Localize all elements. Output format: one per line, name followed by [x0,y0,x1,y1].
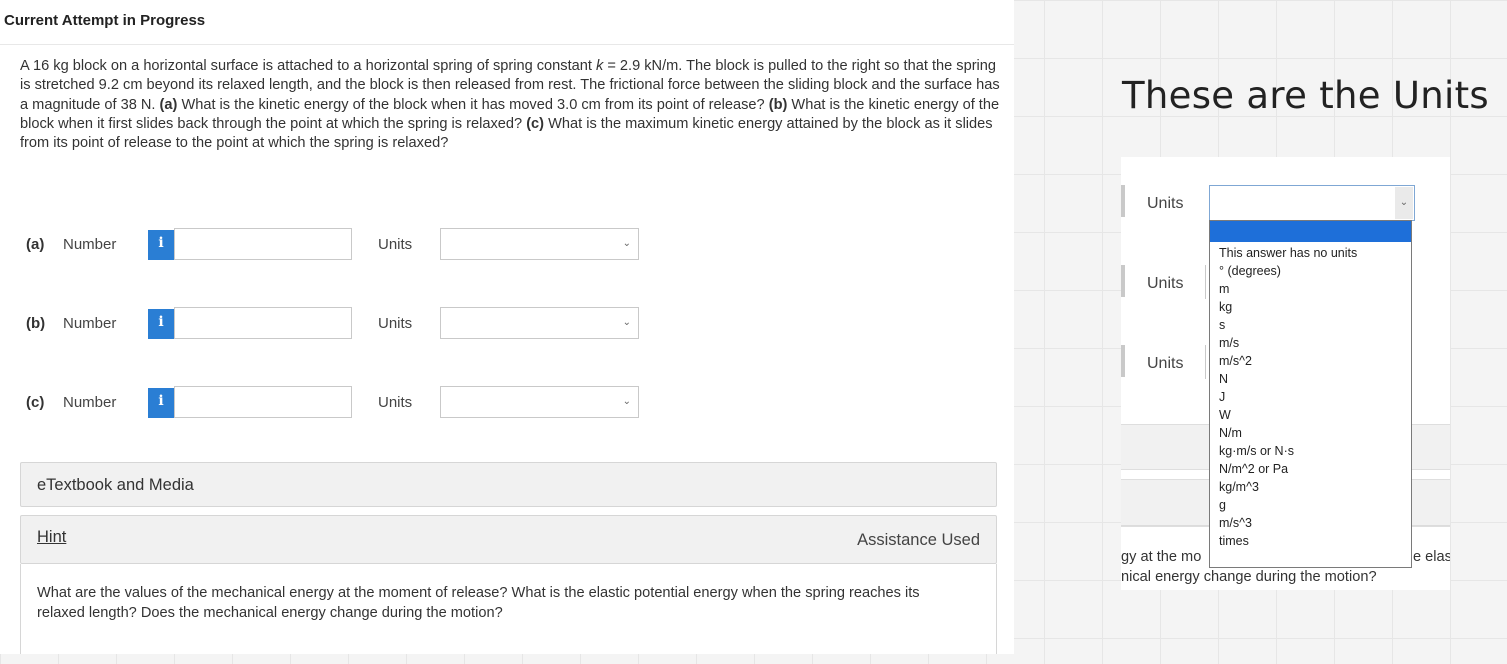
part-a-question: What is the kinetic energy of the block … [177,96,769,113]
row-edge [1121,265,1125,297]
units-select-a[interactable]: ⌄ [440,228,639,260]
info-icon[interactable]: i [148,230,174,260]
unit-option[interactable]: m/s [1219,334,1357,352]
part-c-marker: (c) [526,115,545,132]
unit-option[interactable]: J [1219,388,1357,406]
unit-option[interactable]: N [1219,370,1357,388]
chevron-down-icon: ⌄ [622,238,631,249]
divider [0,44,1014,45]
number-label: Number [63,394,117,411]
part-letter: (b) [26,315,46,332]
unit-option[interactable]: times [1219,532,1357,550]
unit-option[interactable]: s [1219,316,1357,334]
info-icon[interactable]: i [148,309,174,339]
hint-text: What are the values of the mechanical en… [37,585,920,621]
unit-option[interactable]: kg·m/s or N·s [1219,442,1357,460]
hint-fragment: e elas [1413,549,1450,565]
etextbook-accordion[interactable]: eTextbook and Media [20,462,997,507]
number-input-c[interactable] [174,386,352,418]
unit-option[interactable]: m/s^2 [1219,352,1357,370]
unit-option[interactable]: kg/m^3 [1219,478,1357,496]
question-panel: Current Attempt in Progress A 16 kg bloc… [0,0,1014,654]
etextbook-label: eTextbook and Media [37,476,194,494]
units-label: Units [1147,275,1184,292]
units-label: Units [378,236,413,253]
part-a-marker: (a) [159,96,178,113]
answer-row-a: (a) Number i Units ⌄ [26,228,666,262]
units-select-b[interactable]: ⌄ [440,307,639,339]
unit-option[interactable]: g [1219,496,1357,514]
info-icon[interactable]: i [148,388,174,418]
units-dropdown-list[interactable]: This answer has no units ° (degrees) m k… [1209,220,1412,568]
units-label: Units [378,394,413,411]
hint-fragment: nical energy change during the motion? [1121,569,1377,585]
annotation-heading: These are the Units [1122,74,1489,117]
units-label: Units [378,315,413,332]
units-label: Units [1147,355,1184,372]
units-select-open[interactable]: ⌄ [1209,185,1415,221]
number-input-b[interactable] [174,307,352,339]
units-select-c[interactable]: ⌄ [440,386,639,418]
part-b-marker: (b) [768,96,788,113]
hint-body: What are the values of the mechanical en… [20,564,997,654]
answer-row-c: (c) Number i Units ⌄ [26,386,666,420]
unit-option[interactable]: This answer has no units [1219,244,1357,262]
unit-option[interactable]: W [1219,406,1357,424]
hint-fragment: gy at the mo [1121,549,1202,565]
row-edge [1121,345,1125,377]
number-label: Number [63,236,117,253]
unit-option[interactable]: kg [1219,298,1357,316]
unit-option[interactable]: m [1219,280,1357,298]
number-input-a[interactable] [174,228,352,260]
unit-option[interactable]: m/s^3 [1219,514,1357,532]
attempt-title: Current Attempt in Progress [4,12,206,29]
unit-option[interactable]: N/m [1219,424,1357,442]
unit-option[interactable]: ° (degrees) [1219,262,1357,280]
problem-text-1: A 16 kg block on a horizontal surface is… [20,58,596,74]
units-label: Units [1147,195,1184,212]
hint-accordion: Hint Assistance Used [20,515,997,564]
chevron-down-icon: ⌄ [622,396,631,407]
number-label: Number [63,315,117,332]
row-edge [1121,185,1125,217]
assistance-used-status: Assistance Used [857,531,980,549]
chevron-down-icon: ⌄ [622,317,631,328]
part-letter: (c) [26,394,45,411]
unit-option[interactable]: N/m^2 or Pa [1219,460,1357,478]
answer-row-b: (b) Number i Units ⌄ [26,307,666,341]
chevron-down-icon: ⌄ [1395,187,1413,219]
problem-statement: A 16 kg block on a horizontal surface is… [20,57,1000,153]
selected-option-highlight[interactable] [1210,221,1411,242]
hint-link[interactable]: Hint [37,528,66,547]
part-letter: (a) [26,236,45,253]
